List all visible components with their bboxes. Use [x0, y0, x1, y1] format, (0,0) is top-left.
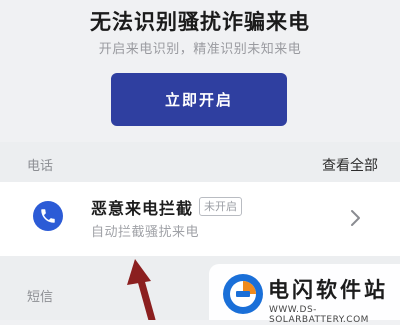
view-all-link[interactable]: 查看全部 [322, 155, 378, 175]
chevron-right-icon [351, 210, 360, 226]
item-description: 自动拦截骚扰来电 [91, 225, 200, 240]
banner-subtitle: 开启来电识别，精准识别未知来电 [98, 42, 302, 57]
banner-title: 无法识别骚扰诈骗来电 [90, 10, 310, 34]
sms-section-label: 短信 [27, 290, 54, 305]
status-badge: 未开启 [199, 197, 242, 216]
site-logo-icon [223, 274, 263, 314]
malicious-call-blocking-item[interactable]: 恶意来电拦截 未开启 自动拦截骚扰来电 [0, 182, 400, 256]
site-name: 电闪软件站 [268, 278, 388, 302]
intro-banner: 无法识别骚扰诈骗来电 开启来电识别，精准识别未知来电 立即开启 [0, 0, 400, 142]
site-watermark: 电闪软件站 WWW.DS-SOLARBATTERY.COM [209, 264, 400, 325]
site-url: WWW.DS-SOLARBATTERY.COM [269, 305, 369, 325]
calls-section-label: 电话 [27, 159, 54, 174]
enable-now-button[interactable]: 立即开启 [111, 73, 287, 126]
calls-section-header: 电话 查看全部 [0, 142, 400, 182]
item-title: 恶意来电拦截 [91, 199, 194, 218]
phone-icon [33, 201, 63, 231]
